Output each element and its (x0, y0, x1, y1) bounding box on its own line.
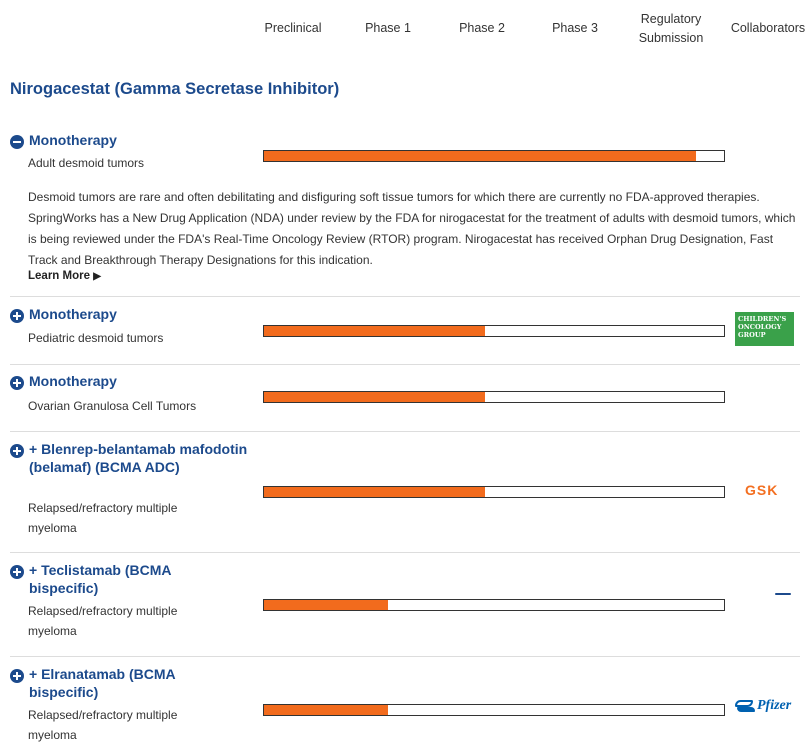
logo-line: GROUP (738, 331, 766, 339)
pfizer-logo: Pfizer (735, 698, 791, 714)
phase-collaborators: Collaborators (730, 21, 806, 35)
divider (10, 364, 800, 365)
program-title[interactable]: + Teclistamab (BCMA bispecific) (29, 561, 229, 597)
progress-bar (263, 391, 725, 403)
drug-title: Nirogacestat (Gamma Secretase Inhibitor) (10, 80, 340, 98)
logo-line: ONCOLOGY (738, 323, 782, 331)
program-title[interactable]: Monotherapy (29, 372, 249, 390)
program-title[interactable]: Monotherapy (29, 305, 249, 323)
progress-bar (263, 150, 725, 162)
progress-fill (264, 392, 485, 402)
pfizer-wordmark: Pfizer (757, 698, 792, 713)
logo-line: CHILDREN'S (738, 315, 787, 323)
program-row: + Teclistamab (BCMA bispecific) Relapsed… (10, 561, 810, 646)
program-description: Desmoid tumors are rare and often debili… (28, 190, 796, 267)
progress-fill (264, 151, 697, 161)
divider (10, 431, 800, 432)
expand-icon[interactable] (10, 376, 24, 390)
progress-fill (264, 705, 389, 715)
phase-regulatory-submission: Regulatory Submission (638, 12, 704, 45)
phase-1: Phase 1 (365, 21, 411, 35)
phase-3: Phase 3 (552, 21, 598, 35)
expand-icon[interactable] (10, 669, 24, 683)
expand-icon[interactable] (10, 444, 24, 458)
program-header[interactable]: + Elranatamab (BCMA bispecific) (10, 665, 229, 701)
learn-more-link[interactable]: Learn More ▶ (28, 270, 101, 282)
program-indication: Ovarian Granulosa Cell Tumors (28, 399, 197, 413)
program-header[interactable]: Monotherapy (10, 372, 249, 390)
program-row: Monotherapy Ovarian Granulosa Cell Tumor… (10, 372, 810, 427)
learn-more-label[interactable]: Learn More (28, 270, 90, 282)
childrens-oncology-group-logo: CHILDREN'S ONCOLOGY GROUP (735, 312, 794, 346)
program-header[interactable]: + Blenrep-belantamab mafodotin (belamaf)… (10, 440, 254, 476)
phase-header: Preclinical Phase 1 Phase 2 Phase 3 Regu… (0, 0, 810, 60)
progress-fill (264, 487, 485, 497)
collaborator-logo-fragment (775, 593, 791, 595)
program-title[interactable]: Monotherapy (29, 131, 249, 149)
program-header[interactable]: Monotherapy (10, 131, 249, 149)
program-indication: Relapsed/refractory multiple myeloma (28, 708, 178, 742)
program-row: Monotherapy Pediatric desmoid tumors (10, 305, 810, 360)
play-arrow-icon[interactable]: ▶ (93, 271, 101, 282)
collapse-icon[interactable] (10, 135, 24, 149)
progress-fill (264, 600, 389, 610)
progress-bar (263, 486, 725, 498)
program-row: + Blenrep-belantamab mafodotin (belamaf)… (10, 440, 810, 540)
progress-bar (263, 325, 725, 337)
divider (10, 552, 800, 553)
program-title[interactable]: + Blenrep-belantamab mafodotin (belamaf)… (29, 440, 254, 476)
program-indication: Relapsed/refractory multiple myeloma (28, 604, 178, 638)
expand-icon[interactable] (10, 565, 24, 579)
gsk-logo: GSK (745, 482, 779, 498)
program-indication: Pediatric desmoid tumors (28, 331, 164, 345)
pfizer-mark-icon (735, 698, 755, 714)
divider (10, 656, 800, 657)
progress-bar (263, 599, 725, 611)
divider (10, 296, 800, 297)
program-row: + Elranatamab (BCMA bispecific) Relapsed… (10, 665, 810, 742)
progress-fill (264, 326, 485, 336)
program-indication: Relapsed/refractory multiple myeloma (28, 501, 178, 535)
program-header[interactable]: + Teclistamab (BCMA bispecific) (10, 561, 229, 597)
program-indication: Adult desmoid tumors (28, 156, 145, 170)
program-header[interactable]: Monotherapy (10, 305, 249, 323)
progress-bar (263, 704, 725, 716)
phase-2: Phase 2 (459, 21, 505, 35)
phase-preclinical: Preclinical (264, 21, 322, 35)
program-title[interactable]: + Elranatamab (BCMA bispecific) (29, 665, 229, 701)
expand-icon[interactable] (10, 309, 24, 323)
